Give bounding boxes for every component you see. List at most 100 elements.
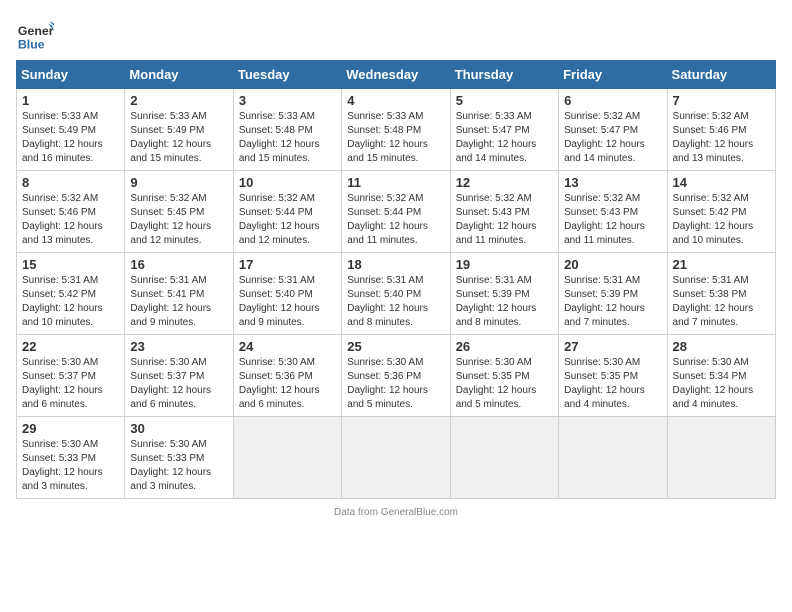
calendar-day: 14Sunrise: 5:32 AMSunset: 5:42 PMDayligh… bbox=[667, 171, 775, 253]
calendar-day: 12Sunrise: 5:32 AMSunset: 5:43 PMDayligh… bbox=[450, 171, 558, 253]
day-info: Sunrise: 5:33 AMSunset: 5:47 PMDaylight:… bbox=[456, 111, 537, 164]
day-number: 25 bbox=[347, 339, 444, 354]
day-info: Sunrise: 5:30 AMSunset: 5:37 PMDaylight:… bbox=[130, 357, 211, 410]
calendar-day: 10 Sunrise: 5:32 AMSunset: 5:44 PMDayligh… bbox=[233, 171, 341, 253]
day-info: Sunrise: 5:32 AMSunset: 5:42 PMDaylight:… bbox=[673, 193, 754, 246]
calendar-day: 18 Sunrise: 5:31 AMSunset: 5:40 PMDayligh… bbox=[342, 253, 450, 335]
day-number: 18 bbox=[347, 257, 444, 272]
calendar-day: 19 Sunrise: 5:31 AMSunset: 5:39 PMDayligh… bbox=[450, 253, 558, 335]
calendar-day: 30Sunrise: 5:30 AMSunset: 5:33 PMDayligh… bbox=[125, 417, 233, 499]
day-number: 7 bbox=[673, 93, 770, 108]
day-number: 20 bbox=[564, 257, 661, 272]
day-number: 10 bbox=[239, 175, 336, 190]
day-number: 21 bbox=[673, 257, 770, 272]
calendar-day bbox=[559, 417, 667, 499]
day-number: 3 bbox=[239, 93, 336, 108]
calendar-week-row: 1 Sunrise: 5:33 AMSunset: 5:49 PMDaylight… bbox=[17, 89, 776, 171]
day-number: 17 bbox=[239, 257, 336, 272]
day-info: Sunrise: 5:31 AMSunset: 5:40 PMDaylight:… bbox=[347, 275, 428, 328]
day-number: 19 bbox=[456, 257, 553, 272]
day-info: Sunrise: 5:32 AMSunset: 5:46 PMDaylight:… bbox=[22, 193, 103, 246]
day-number: 5 bbox=[456, 93, 553, 108]
day-info: Sunrise: 5:30 AMSunset: 5:37 PMDaylight:… bbox=[22, 357, 103, 410]
day-info: Sunrise: 5:30 AMSunset: 5:33 PMDaylight:… bbox=[22, 439, 103, 492]
day-info: Sunrise: 5:30 AMSunset: 5:34 PMDaylight:… bbox=[673, 357, 754, 410]
day-number: 11 bbox=[347, 175, 444, 190]
calendar-week-row: 29 Sunrise: 5:30 AMSunset: 5:33 PMDayligh… bbox=[17, 417, 776, 499]
calendar-day: 15 Sunrise: 5:31 AMSunset: 5:42 PMDayligh… bbox=[17, 253, 125, 335]
logo: General Blue bbox=[16, 16, 54, 54]
day-number: 28 bbox=[673, 339, 770, 354]
calendar-day: 5 Sunrise: 5:33 AMSunset: 5:47 PMDaylight… bbox=[450, 89, 558, 171]
calendar-day: 20 Sunrise: 5:31 AMSunset: 5:39 PMDayligh… bbox=[559, 253, 667, 335]
calendar-week-row: 15 Sunrise: 5:31 AMSunset: 5:42 PMDayligh… bbox=[17, 253, 776, 335]
day-info: Sunrise: 5:30 AMSunset: 5:35 PMDaylight:… bbox=[564, 357, 645, 410]
day-info: Sunrise: 5:33 AMSunset: 5:49 PMDaylight:… bbox=[22, 111, 103, 164]
calendar-day: 21 Sunrise: 5:31 AMSunset: 5:38 PMDayligh… bbox=[667, 253, 775, 335]
day-number: 8 bbox=[22, 175, 119, 190]
calendar-day: 2 Sunrise: 5:33 AMSunset: 5:49 PMDaylight… bbox=[125, 89, 233, 171]
day-number: 9 bbox=[130, 175, 227, 190]
calendar-day: 13Sunrise: 5:32 AMSunset: 5:43 PMDayligh… bbox=[559, 171, 667, 253]
day-info: Sunrise: 5:31 AMSunset: 5:38 PMDaylight:… bbox=[673, 275, 754, 328]
calendar-day: 23 Sunrise: 5:30 AMSunset: 5:37 PMDayligh… bbox=[125, 335, 233, 417]
day-info: Sunrise: 5:31 AMSunset: 5:39 PMDaylight:… bbox=[456, 275, 537, 328]
footer: Data from GeneralBlue.com bbox=[16, 507, 776, 518]
day-info: Sunrise: 5:33 AMSunset: 5:48 PMDaylight:… bbox=[347, 111, 428, 164]
calendar-day: 11 Sunrise: 5:32 AMSunset: 5:44 PMDayligh… bbox=[342, 171, 450, 253]
day-number: 2 bbox=[130, 93, 227, 108]
day-info: Sunrise: 5:33 AMSunset: 5:48 PMDaylight:… bbox=[239, 111, 320, 164]
day-number: 24 bbox=[239, 339, 336, 354]
day-number: 1 bbox=[22, 93, 119, 108]
calendar-day: 28 Sunrise: 5:30 AMSunset: 5:34 PMDayligh… bbox=[667, 335, 775, 417]
calendar-day bbox=[450, 417, 558, 499]
calendar-day: 16 Sunrise: 5:31 AMSunset: 5:41 PMDayligh… bbox=[125, 253, 233, 335]
calendar-day: 27 Sunrise: 5:30 AMSunset: 5:35 PMDayligh… bbox=[559, 335, 667, 417]
svg-text:Blue: Blue bbox=[18, 37, 45, 51]
calendar-table: Sunday Monday Tuesday Wednesday Thursday… bbox=[16, 60, 776, 499]
header-sunday: Sunday bbox=[17, 61, 125, 89]
day-number: 12 bbox=[456, 175, 553, 190]
header-monday: Monday bbox=[125, 61, 233, 89]
day-info: Sunrise: 5:32 AMSunset: 5:45 PMDaylight:… bbox=[130, 193, 211, 246]
calendar-day: 24 Sunrise: 5:30 AMSunset: 5:36 PMDayligh… bbox=[233, 335, 341, 417]
day-number: 29 bbox=[22, 421, 119, 436]
header-thursday: Thursday bbox=[450, 61, 558, 89]
calendar-day bbox=[667, 417, 775, 499]
day-info: Sunrise: 5:31 AMSunset: 5:40 PMDaylight:… bbox=[239, 275, 320, 328]
calendar-day: 1 Sunrise: 5:33 AMSunset: 5:49 PMDaylight… bbox=[17, 89, 125, 171]
day-info: Sunrise: 5:32 AMSunset: 5:47 PMDaylight:… bbox=[564, 111, 645, 164]
day-number: 15 bbox=[22, 257, 119, 272]
day-info: Sunrise: 5:31 AMSunset: 5:39 PMDaylight:… bbox=[564, 275, 645, 328]
calendar-day bbox=[342, 417, 450, 499]
day-info: Sunrise: 5:33 AMSunset: 5:49 PMDaylight:… bbox=[130, 111, 211, 164]
calendar-day: 26Sunrise: 5:30 AMSunset: 5:35 PMDayligh… bbox=[450, 335, 558, 417]
day-info: Sunrise: 5:30 AMSunset: 5:36 PMDaylight:… bbox=[347, 357, 428, 410]
day-number: 6 bbox=[564, 93, 661, 108]
day-info: Sunrise: 5:32 AMSunset: 5:44 PMDaylight:… bbox=[239, 193, 320, 246]
calendar-day bbox=[233, 417, 341, 499]
calendar-day: 17 Sunrise: 5:31 AMSunset: 5:40 PMDayligh… bbox=[233, 253, 341, 335]
header-wednesday: Wednesday bbox=[342, 61, 450, 89]
calendar-day: 8 Sunrise: 5:32 AMSunset: 5:46 PMDaylight… bbox=[17, 171, 125, 253]
day-info: Sunrise: 5:32 AMSunset: 5:43 PMDaylight:… bbox=[564, 193, 645, 246]
day-number: 27 bbox=[564, 339, 661, 354]
day-number: 16 bbox=[130, 257, 227, 272]
header-friday: Friday bbox=[559, 61, 667, 89]
day-number: 30 bbox=[130, 421, 227, 436]
day-info: Sunrise: 5:31 AMSunset: 5:42 PMDaylight:… bbox=[22, 275, 103, 328]
calendar-day: 22Sunrise: 5:30 AMSunset: 5:37 PMDayligh… bbox=[17, 335, 125, 417]
day-info: Sunrise: 5:31 AMSunset: 5:41 PMDaylight:… bbox=[130, 275, 211, 328]
calendar-day: 3 Sunrise: 5:33 AMSunset: 5:48 PMDaylight… bbox=[233, 89, 341, 171]
day-number: 4 bbox=[347, 93, 444, 108]
calendar-day: 6 Sunrise: 5:32 AMSunset: 5:47 PMDaylight… bbox=[559, 89, 667, 171]
day-number: 23 bbox=[130, 339, 227, 354]
day-info: Sunrise: 5:32 AMSunset: 5:44 PMDaylight:… bbox=[347, 193, 428, 246]
day-info: Sunrise: 5:30 AMSunset: 5:36 PMDaylight:… bbox=[239, 357, 320, 410]
calendar-day: 29 Sunrise: 5:30 AMSunset: 5:33 PMDayligh… bbox=[17, 417, 125, 499]
header-tuesday: Tuesday bbox=[233, 61, 341, 89]
day-info: Sunrise: 5:30 AMSunset: 5:35 PMDaylight:… bbox=[456, 357, 537, 410]
weekday-header-row: Sunday Monday Tuesday Wednesday Thursday… bbox=[17, 61, 776, 89]
calendar-week-row: 22Sunrise: 5:30 AMSunset: 5:37 PMDayligh… bbox=[17, 335, 776, 417]
svg-text:General: General bbox=[18, 24, 54, 38]
